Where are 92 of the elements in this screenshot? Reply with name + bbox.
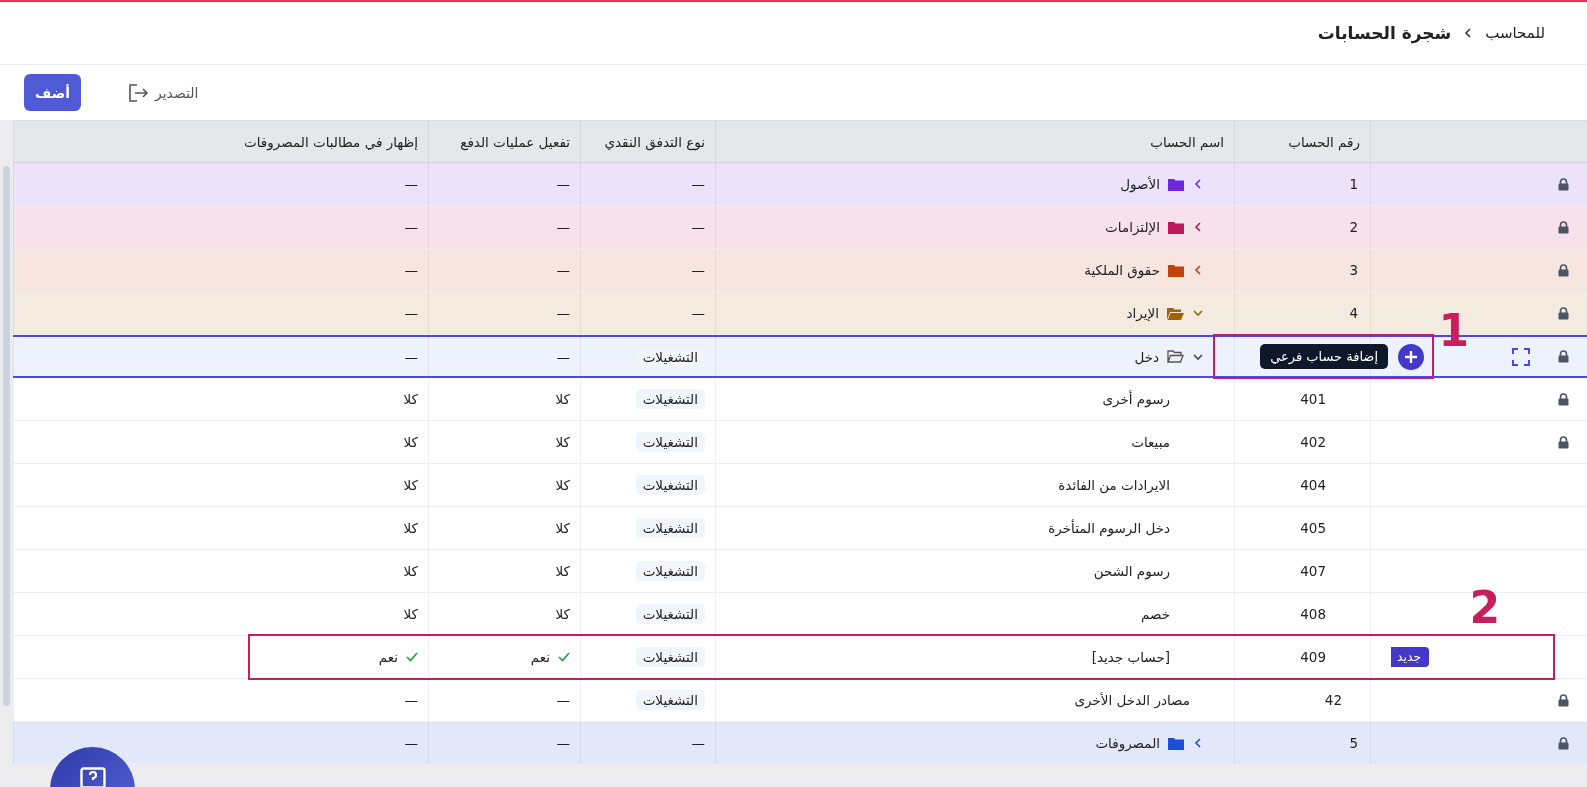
payments-value: كلا xyxy=(555,434,570,450)
tooltip: إضافة حساب فرعي xyxy=(1260,344,1388,369)
payments-value: — xyxy=(556,262,570,278)
breadcrumb-link[interactable]: للمحاسب xyxy=(1485,24,1545,42)
account-number: 401 xyxy=(1300,391,1326,407)
account-name: حقوق الملكية xyxy=(1084,262,1160,278)
account-name: مبيعات xyxy=(1131,434,1170,450)
expense-claims-value: كلا xyxy=(403,434,418,450)
expense-claims-value: كلا xyxy=(403,606,418,622)
chevron-down-icon[interactable] xyxy=(1192,307,1204,319)
payments-value: — xyxy=(556,348,570,365)
cash-flow-tag: التشغيلات xyxy=(635,346,705,367)
account-number: 5 xyxy=(1349,735,1358,751)
account-name: المصروفات xyxy=(1095,735,1160,751)
column-header: اسم الحساب xyxy=(1150,133,1224,150)
open-folder-icon xyxy=(1167,350,1184,363)
expense-claims-value: كلا xyxy=(403,391,418,407)
cash-flow-tag: التشغيلات xyxy=(635,432,705,452)
chevron-icon[interactable] xyxy=(1192,737,1204,749)
expense-claims-value: كلا xyxy=(403,563,418,579)
payments-value: — xyxy=(556,692,570,708)
account-number: 402 xyxy=(1300,434,1326,450)
account-name: دخل الرسوم المتأخرة xyxy=(1048,520,1170,536)
cash-flow-value: — xyxy=(691,176,705,192)
cash-flow-value: — xyxy=(691,305,705,321)
account-name: الايرادات من الفائدة xyxy=(1058,477,1170,493)
account-number: 409 xyxy=(1300,649,1326,665)
payments-value: — xyxy=(556,305,570,321)
help-icon xyxy=(79,767,106,787)
cash-flow-value: — xyxy=(691,262,705,278)
export-button[interactable]: التصدير xyxy=(121,81,205,104)
chevron-icon[interactable] xyxy=(1192,264,1204,276)
column-header: تفعيل عمليات الدفع xyxy=(460,133,570,150)
add-button[interactable]: أضف xyxy=(24,74,81,111)
column-header: رقم الحساب xyxy=(1288,133,1360,150)
account-name: رسوم أخرى xyxy=(1102,391,1170,407)
expense-claims-value: كلا xyxy=(403,520,418,536)
expense-claims-value: كلا xyxy=(403,477,418,493)
cash-flow-tag: التشغيلات xyxy=(635,561,705,581)
account-number: 42 xyxy=(1324,692,1342,708)
cash-flow-tag: التشغيلات xyxy=(635,518,705,538)
expense-claims-value: — xyxy=(404,176,418,192)
expense-claims-value: — xyxy=(404,262,418,278)
account-number: 1 xyxy=(1349,176,1358,192)
cash-flow-tag: التشغيلات xyxy=(635,647,705,667)
cash-flow-value: — xyxy=(691,219,705,235)
export-icon xyxy=(127,82,149,103)
payments-value: — xyxy=(556,219,570,235)
add-child-button[interactable] xyxy=(1398,343,1424,370)
expense-claims-value: — xyxy=(404,348,418,365)
account-name: مصادر الدخل الأخرى xyxy=(1074,692,1190,708)
payments-value: — xyxy=(556,176,570,192)
payments-value: كلا xyxy=(555,477,570,493)
payments-value: كلا xyxy=(555,563,570,579)
account-number: 407 xyxy=(1300,563,1326,579)
expense-claims-value: — xyxy=(404,219,418,235)
callout-number: 2 xyxy=(1469,586,1500,630)
chevron-icon xyxy=(1463,27,1474,39)
payments-value: — xyxy=(556,735,570,751)
account-number: 2 xyxy=(1349,219,1358,235)
new-badge: جديد xyxy=(1391,647,1430,667)
cash-flow-tag: التشغيلات xyxy=(635,690,705,710)
chevron-icon[interactable] xyxy=(1192,178,1204,190)
expense-claims-value: نعم xyxy=(378,649,398,665)
page-title: شجرة الحسابات xyxy=(1317,23,1452,43)
payments-value: نعم xyxy=(530,649,550,665)
account-number: 404 xyxy=(1300,477,1326,493)
account-name: دخل xyxy=(1134,348,1159,365)
account-name: الأصول xyxy=(1120,176,1160,192)
cash-flow-tag: التشغيلات xyxy=(635,389,705,409)
focus-icon[interactable] xyxy=(1512,347,1530,366)
account-name: رسوم الشحن xyxy=(1093,563,1170,579)
expense-claims-value: — xyxy=(404,305,418,321)
column-header: إظهار في مطالبات المصروفات xyxy=(244,133,418,150)
cash-flow-tag: التشغيلات xyxy=(635,475,705,495)
account-name: خصم xyxy=(1140,606,1170,622)
payments-value: كلا xyxy=(555,520,570,536)
payments-value: كلا xyxy=(555,606,570,622)
expense-claims-value: — xyxy=(404,735,418,751)
account-number: 4 xyxy=(1349,305,1358,321)
chevron-icon[interactable] xyxy=(1192,221,1204,233)
expense-claims-value: — xyxy=(404,692,418,708)
payments-value: كلا xyxy=(555,391,570,407)
account-name: [حساب جديد] xyxy=(1091,649,1170,665)
cash-flow-tag: التشغيلات xyxy=(635,604,705,624)
column-header: نوع التدفق النقدي xyxy=(604,133,705,150)
account-number: 405 xyxy=(1300,520,1326,536)
cash-flow-value: — xyxy=(691,735,705,751)
account-name: الإيراد xyxy=(1126,305,1159,321)
account-number: 408 xyxy=(1300,606,1326,622)
account-name: الإلتزامات xyxy=(1105,219,1160,235)
account-number: 3 xyxy=(1349,262,1358,278)
